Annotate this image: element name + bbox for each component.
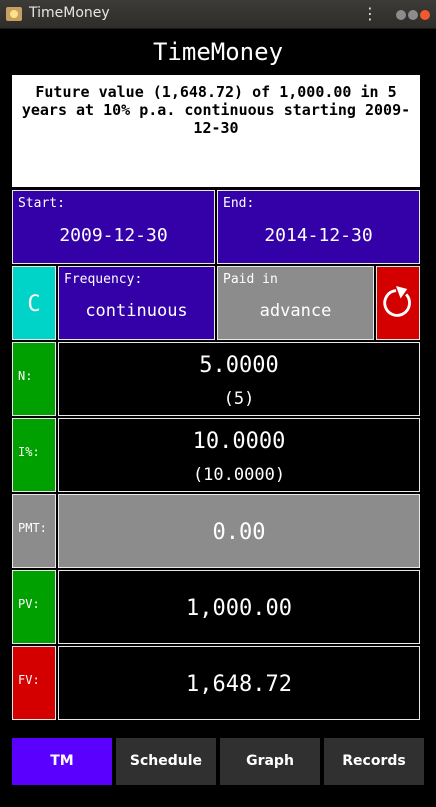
paid-in-selector[interactable]: Paid in advance	[217, 266, 374, 340]
end-date-cell[interactable]: End: 2014-12-30	[217, 190, 420, 264]
overflow-menu-icon[interactable]: ⋮	[362, 3, 378, 25]
i-field[interactable]: 10.0000 (10.0000)	[58, 418, 420, 492]
pmt-field[interactable]: 0.00	[58, 494, 420, 568]
n-field[interactable]: 5.0000 (5)	[58, 342, 420, 416]
close-button[interactable]	[420, 10, 430, 20]
pv-label: PV:	[18, 597, 40, 611]
maximize-button[interactable]	[408, 10, 418, 20]
paid-in-value: advance	[259, 301, 332, 321]
clear-button-label: C	[27, 292, 41, 317]
app-title: TimeMoney	[152, 38, 284, 66]
frequency-label: Frequency:	[64, 272, 143, 287]
n-value: 5.0000	[199, 353, 279, 378]
fv-field[interactable]: 1,648.72	[58, 646, 420, 720]
tab-graph[interactable]: Graph	[220, 738, 320, 785]
pv-value: 1,000.00	[186, 596, 292, 621]
tab-schedule[interactable]: Schedule	[116, 738, 216, 785]
pmt-value: 0.00	[212, 520, 266, 545]
start-date-value: 2009-12-30	[59, 225, 168, 246]
clear-button[interactable]: C	[12, 266, 56, 340]
pv-field[interactable]: 1,000.00	[58, 570, 420, 644]
frequency-value: continuous	[85, 301, 188, 321]
refresh-icon	[383, 285, 411, 317]
window-titlebar: TimeMoney ⋮	[0, 0, 436, 29]
reset-button[interactable]	[376, 266, 420, 340]
n-label: N:	[18, 369, 33, 383]
pv-key[interactable]: PV:	[12, 570, 56, 644]
summary-text: Future value (1,648.72) of 1,000.00 in 5…	[12, 75, 420, 187]
pmt-key[interactable]: PMT:	[12, 494, 56, 568]
start-date-cell[interactable]: Start: 2009-12-30	[12, 190, 215, 264]
fv-value: 1,648.72	[186, 672, 292, 697]
pmt-label: PMT:	[18, 521, 47, 535]
start-date-label: Start:	[18, 196, 65, 211]
fv-key[interactable]: FV:	[12, 646, 56, 720]
paid-in-label: Paid in	[223, 272, 278, 287]
minimize-button[interactable]	[396, 10, 406, 20]
tab-tm[interactable]: TM	[12, 738, 112, 785]
i-value: 10.0000	[192, 429, 286, 454]
fv-label: FV:	[18, 673, 40, 687]
n-key[interactable]: N:	[12, 342, 56, 416]
window-title: TimeMoney	[29, 5, 110, 21]
frequency-selector[interactable]: Frequency: continuous	[58, 266, 215, 340]
app-icon	[6, 7, 22, 21]
i-key[interactable]: I%:	[12, 418, 56, 492]
end-date-value: 2014-12-30	[264, 225, 373, 246]
end-date-label: End:	[223, 196, 255, 211]
tab-records[interactable]: Records	[324, 738, 424, 785]
i-subvalue: (10.0000)	[192, 465, 286, 485]
n-subvalue: (5)	[223, 389, 255, 409]
i-label: I%:	[18, 445, 40, 459]
